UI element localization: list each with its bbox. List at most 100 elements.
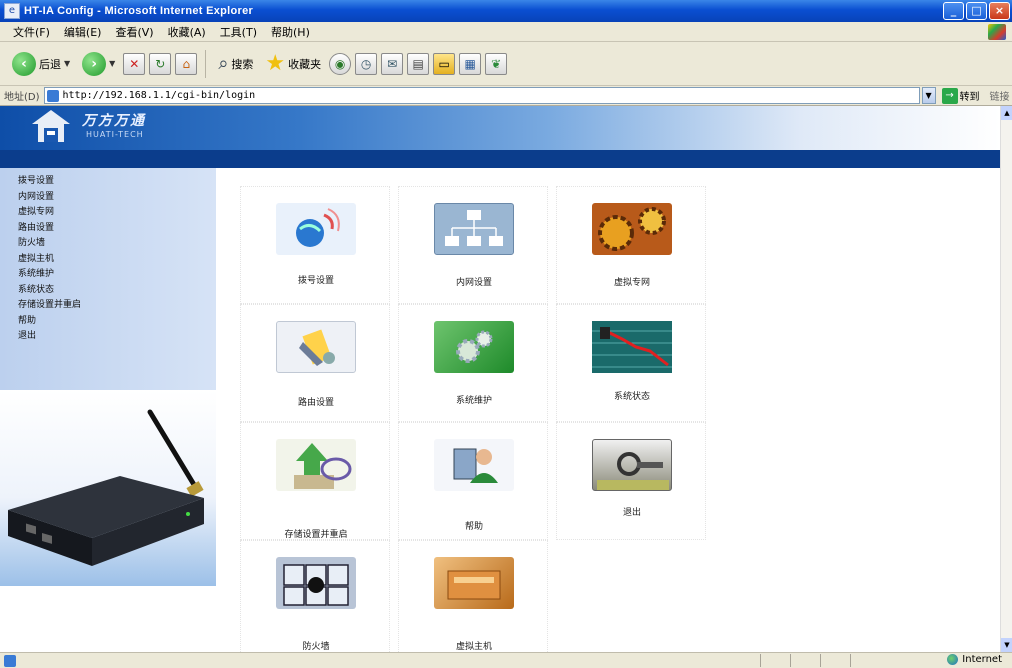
function-grid: 拨号设置 内网设置 虚拟专网 路由设置 系统维护 系统状态 存储设置并重启 帮助…	[240, 186, 712, 652]
folder-icon[interactable]: ▭	[433, 52, 456, 75]
green-gears-icon	[434, 321, 514, 373]
tile-vpn[interactable]: 虚拟专网	[556, 186, 706, 304]
home-icon[interactable]: ⌂	[175, 52, 198, 75]
menu-view[interactable]: 查看(V)	[108, 24, 160, 40]
address-dropdown[interactable]: ▼	[921, 87, 936, 104]
stop-icon[interactable]: ✕	[123, 52, 146, 75]
page-viewport: 万方万通 HUATI-TECH 拨号设置 内网设置 虚拟专网 路由设置 防火墙 …	[0, 106, 1000, 652]
search-button[interactable]: ⌕ 搜索	[214, 51, 257, 76]
history-icon[interactable]: ◷	[355, 52, 378, 75]
address-bar: 地址(D) http://192.168.1.1/cgi-bin/login ▼…	[0, 86, 1012, 106]
sidebar-item-status[interactable]: 系统状态	[0, 283, 216, 299]
router-hand-icon	[276, 321, 356, 373]
forward-button[interactable]: › ▼	[78, 50, 119, 78]
tile-lan[interactable]: 内网设置	[398, 186, 548, 304]
links-label[interactable]: 链接	[990, 88, 1010, 103]
status-bar: Internet	[0, 652, 1012, 668]
tile-label: 存储设置并重启	[284, 530, 348, 540]
messenger-icon[interactable]: ▦	[459, 52, 482, 75]
maximize-button[interactable]: □	[966, 2, 987, 20]
star-icon: ★	[265, 50, 286, 76]
firewall-puzzle-icon	[276, 557, 356, 609]
tile-routing[interactable]: 路由设置	[240, 304, 390, 422]
chevron-down-icon: ▼	[109, 59, 116, 68]
tile-label: 虚拟主机	[455, 642, 492, 652]
address-url: http://192.168.1.1/cgi-bin/login	[62, 90, 256, 101]
tile-label: 系统状态	[613, 392, 650, 402]
sidebar-item-firewall[interactable]: 防火墙	[0, 236, 216, 252]
globe-icon	[947, 654, 959, 665]
product-image	[0, 390, 216, 586]
brand-name: 万方万通	[82, 113, 146, 129]
tile-label: 防火墙	[302, 642, 330, 652]
menu-favorites[interactable]: 收藏(A)	[161, 24, 213, 40]
help-person-icon	[434, 439, 514, 491]
media-icon[interactable]: ◉	[329, 52, 352, 75]
graph-monitor-icon	[592, 321, 672, 373]
back-button[interactable]: ‹ 后退 ▼	[8, 50, 74, 78]
vertical-scrollbar[interactable]: ▲ ▼	[1000, 106, 1012, 652]
sidebar-item-lan[interactable]: 内网设置	[0, 190, 216, 206]
research-icon[interactable]: ❦	[485, 52, 508, 75]
tile-virtual-host[interactable]: 虚拟主机	[398, 540, 548, 652]
tile-maintenance[interactable]: 系统维护	[398, 304, 548, 422]
tile-label: 退出	[622, 508, 641, 518]
menu-edit[interactable]: 编辑(E)	[57, 24, 109, 40]
tile-label: 帮助	[464, 522, 483, 532]
address-input[interactable]: http://192.168.1.1/cgi-bin/login	[43, 87, 920, 104]
refresh-icon[interactable]: ↻	[149, 52, 172, 75]
sidebar-item-help[interactable]: 帮助	[0, 314, 216, 330]
tile-exit[interactable]: 退出	[556, 422, 706, 540]
window-controls: _ □ ×	[943, 2, 1010, 20]
sidebar-item-maintenance[interactable]: 系统维护	[0, 267, 216, 283]
forward-arrow-icon: ›	[82, 51, 107, 76]
tile-status[interactable]: 系统状态	[556, 304, 706, 422]
close-button[interactable]: ×	[989, 2, 1010, 20]
print-icon[interactable]: ▤	[407, 52, 430, 75]
sidebar-item-vpn[interactable]: 虚拟专网	[0, 205, 216, 221]
chevron-down-icon: ▼	[925, 91, 932, 100]
scroll-down-icon[interactable]: ▼	[1001, 638, 1012, 652]
toolbar-separator	[205, 49, 207, 78]
security-zone: Internet	[947, 654, 1002, 665]
header-banner: 万方万通 HUATI-TECH	[0, 106, 1000, 150]
menu-tools[interactable]: 工具(T)	[213, 24, 264, 40]
tile-label: 虚拟专网	[613, 278, 650, 288]
sidebar-item-virtual-host[interactable]: 虚拟主机	[0, 252, 216, 268]
search-label: 搜索	[231, 57, 254, 71]
menu-file[interactable]: 文件(F)	[6, 24, 57, 40]
scroll-up-icon[interactable]: ▲	[1001, 106, 1012, 120]
globe-signal-icon	[276, 203, 356, 255]
tile-help[interactable]: 帮助	[398, 422, 548, 540]
tile-dialup[interactable]: 拨号设置	[240, 186, 390, 304]
network-diagram-icon	[434, 203, 514, 255]
ie-app-icon: e	[4, 3, 20, 19]
page-done-icon	[4, 654, 16, 667]
menu-help[interactable]: 帮助(H)	[264, 24, 317, 40]
address-label: 地址(D)	[4, 92, 40, 103]
favorites-button[interactable]: ★ 收藏夹	[261, 51, 325, 77]
sidebar-item-routing[interactable]: 路由设置	[0, 221, 216, 237]
window-title: HT-IA Config - Microsoft Internet Explor…	[24, 5, 254, 17]
sidebar-item-save-reboot[interactable]: 存储设置并重启	[0, 298, 216, 314]
sidebar-menu: 拨号设置 内网设置 虚拟专网 路由设置 防火墙 虚拟主机 系统维护 系统状态 存…	[0, 168, 216, 390]
tile-firewall[interactable]: 防火墙	[240, 540, 390, 652]
brand-subtitle: HUATI-TECH	[86, 130, 144, 139]
back-label: 后退	[39, 57, 61, 71]
toolbar: ‹ 后退 ▼ › ▼ ✕ ↻ ⌂ ⌕ 搜索 ★ 收藏夹 ◉ ◷ ✉ ▤ ▭ ▦ …	[0, 42, 1012, 86]
zone-label: Internet	[962, 654, 1002, 665]
windows-flag-icon	[988, 24, 1006, 40]
storage-arrow-icon	[276, 439, 356, 491]
tile-save-reboot[interactable]: 存储设置并重启	[240, 422, 390, 540]
mail-icon[interactable]: ✉	[381, 52, 404, 75]
back-arrow-icon: ‹	[12, 51, 36, 76]
sidebar-item-exit[interactable]: 退出	[0, 329, 216, 345]
house-logo-icon	[32, 110, 70, 142]
status-divider	[790, 654, 791, 667]
sidebar-item-dialup[interactable]: 拨号设置	[0, 174, 216, 190]
nav-strip	[0, 150, 1000, 168]
go-button[interactable]: → 转到	[941, 87, 980, 104]
minimize-button[interactable]: _	[943, 2, 964, 20]
status-divider	[850, 654, 851, 667]
page-icon	[46, 89, 59, 102]
